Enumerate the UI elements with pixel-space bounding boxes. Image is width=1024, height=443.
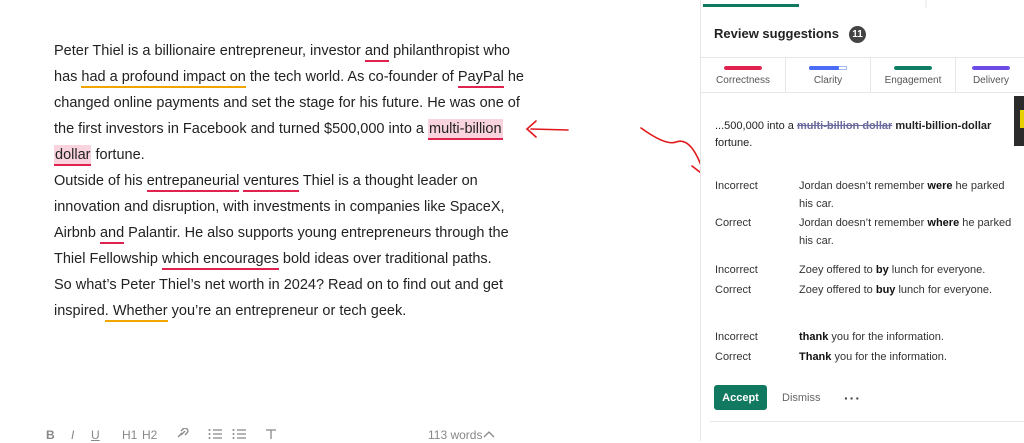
suggestion-count-badge: 11 bbox=[849, 26, 866, 43]
example-label: Correct bbox=[715, 217, 752, 229]
category-tabs: Correctness Clarity Engagement Delivery bbox=[701, 57, 1024, 93]
example-sentence: Zoey offered to buy lunch for everyone. bbox=[799, 284, 993, 296]
side-widget-indicator bbox=[1020, 110, 1024, 128]
snippet-prefix: ...500,000 into a bbox=[715, 120, 797, 132]
tab-engagement[interactable]: Engagement bbox=[871, 58, 955, 92]
more-options-button[interactable]: ··· bbox=[838, 385, 867, 410]
example-sentence: Jordan doesn’t remember where he parked … bbox=[799, 217, 1012, 247]
example-label: Incorrect bbox=[715, 180, 758, 192]
accept-button[interactable]: Accept bbox=[714, 385, 767, 410]
red-arrow-annotation bbox=[525, 120, 569, 138]
panel-title: Review suggestions bbox=[714, 26, 839, 41]
curved-arrow-annotation bbox=[640, 127, 708, 178]
tab-label: Delivery bbox=[972, 75, 1010, 86]
tab-correctness[interactable]: Correctness bbox=[701, 58, 785, 92]
dismiss-button[interactable]: Dismiss bbox=[776, 385, 827, 410]
snippet-deleted-text: multi-billion dollar bbox=[796, 120, 893, 132]
tab-clarity[interactable]: Clarity bbox=[786, 58, 870, 92]
example-label: Correct bbox=[715, 284, 752, 296]
suggestion-snippet: ...500,000 into a multi-billion dollar m… bbox=[715, 118, 1005, 152]
example-label: Incorrect bbox=[715, 264, 758, 276]
tab-label: Clarity bbox=[813, 75, 843, 86]
example-sentence: thank you for the information. bbox=[799, 331, 944, 343]
tab-delivery[interactable]: Delivery bbox=[956, 58, 1024, 92]
example-sentence: Jordan doesn’t remember were he parked h… bbox=[799, 180, 1005, 210]
snippet-suffix: fortune. bbox=[715, 137, 753, 149]
example-sentence: Thank you for the information. bbox=[799, 351, 947, 363]
example-sentence: Zoey offered to by lunch for everyone. bbox=[799, 264, 986, 276]
annotation-layer bbox=[525, 120, 569, 138]
tab-label: Correctness bbox=[716, 75, 770, 86]
example-label: Incorrect bbox=[715, 331, 758, 343]
suggestions-panel: Review suggestions 11 Correctness Clarit… bbox=[700, 0, 1024, 441]
tab-label: Engagement bbox=[884, 75, 942, 86]
panel-divider bbox=[710, 421, 1024, 422]
snippet-inserted-text: multi-billion-dollar bbox=[895, 120, 992, 132]
example-label: Correct bbox=[715, 351, 752, 363]
panel-top-tabs bbox=[703, 0, 927, 8]
